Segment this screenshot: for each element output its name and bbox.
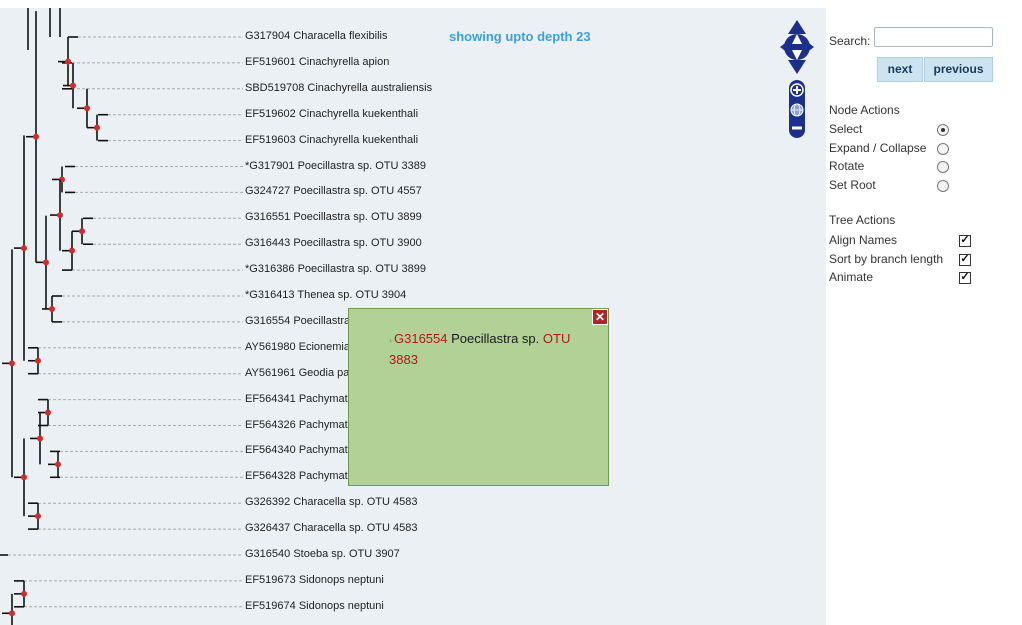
leaf-label[interactable]: *G316413 Thenea sp. OTU 3904 [245, 289, 406, 301]
close-icon[interactable]: ✕ [592, 309, 608, 325]
node-info-popup: ✕ › G316554 Poecillastra sp. OTU 3883 [348, 308, 609, 486]
control-panel: Search: next previous Node Actions Selec… [826, 0, 1022, 625]
previous-button[interactable]: previous [924, 57, 993, 82]
leaf-label[interactable]: G316443 Poecillastra sp. OTU 3900 [245, 237, 422, 249]
leaf-label[interactable]: G316551 Poecillastra sp. OTU 3899 [245, 211, 422, 223]
leaf-label[interactable]: G316540 Stoeba sp. OTU 3907 [245, 548, 400, 560]
popup-accession-link[interactable]: G316554 [394, 331, 448, 346]
tree-node[interactable] [84, 105, 90, 112]
tree-node[interactable] [21, 245, 27, 252]
leaf-label[interactable]: EF519674 Sidonops neptuni [245, 600, 384, 612]
leaf-label[interactable]: EF564340 Pachymati [245, 444, 350, 456]
leaf-label[interactable]: G326437 Characella sp. OTU 4583 [245, 522, 417, 534]
tree-node[interactable] [79, 228, 85, 235]
node-action-radio[interactable] [937, 179, 949, 192]
leaf-label[interactable]: *G316386 Poecillastra sp. OTU 3899 [245, 263, 426, 275]
tree-node[interactable] [9, 610, 15, 617]
leaf-label[interactable]: G324727 Poecillastra sp. OTU 4557 [245, 185, 422, 197]
leaf-label[interactable]: EF564328 Pachymati [245, 470, 350, 482]
tree-node[interactable] [69, 247, 75, 254]
leaf-label[interactable]: EF564341 Pachymati [245, 393, 350, 405]
leaf-label[interactable]: SBD519708 Cinachyrella australiensis [245, 82, 432, 94]
tree-action-checkbox[interactable]: ✓ [959, 235, 971, 247]
leaf-label[interactable]: G316554 Poecillastra [245, 315, 350, 327]
tree-node[interactable] [49, 305, 55, 312]
tree-node[interactable] [37, 435, 43, 442]
tree-node[interactable] [45, 409, 51, 416]
tree-action-checkbox[interactable]: ✓ [959, 253, 971, 266]
popup-content: › G316554 Poecillastra sp. OTU 3883 [389, 329, 589, 369]
tree-node[interactable] [57, 212, 63, 219]
leaf-label[interactable]: EF519603 Cinachyrella kuekenthali [245, 134, 418, 146]
tree-node[interactable] [35, 513, 41, 520]
zoom-in-icon[interactable] [790, 83, 804, 97]
navigation-controls[interactable] [780, 20, 820, 140]
next-button[interactable]: next [877, 57, 923, 82]
leaf-label[interactable]: EF519602 Cinachyrella kuekenthali [245, 108, 418, 120]
popup-species: Poecillastra sp. [451, 331, 540, 346]
tree-action-label: Sort by branch length [829, 251, 944, 266]
search-input[interactable] [874, 27, 993, 47]
tree-node[interactable] [94, 124, 100, 131]
search-label: Search: [829, 34, 871, 48]
leaf-label[interactable]: G317904 Characella flexibilis [245, 30, 387, 42]
leaf-label[interactable]: EF519601 Cinachyrella apion [245, 56, 389, 68]
node-action-label: Set Root [829, 177, 876, 192]
tree-action-checkbox[interactable]: ✓ [959, 272, 971, 284]
tree-node[interactable] [70, 82, 76, 89]
tree-node[interactable] [65, 58, 71, 65]
tree-node[interactable] [55, 461, 61, 468]
leaf-label[interactable]: AY561980 Ecionemia [245, 341, 350, 353]
tree-node[interactable] [21, 590, 27, 597]
node-action-label: Rotate [829, 159, 865, 173]
node-action-radio[interactable] [937, 124, 949, 136]
node-action-radio[interactable] [937, 161, 949, 173]
tree-node[interactable] [35, 357, 41, 364]
tree-action-label: Animate [829, 270, 874, 284]
tree-actions-title: Tree Actions [829, 213, 896, 227]
tree-action-label: Align Names [829, 233, 898, 247]
node-action-label: Expand / Collapse [829, 140, 927, 155]
depth-label: showing upto depth 23 [449, 29, 591, 44]
leaf-label[interactable]: EF519673 Sidonops neptuni [245, 574, 384, 586]
leaf-label[interactable]: G326392 Characella sp. OTU 4583 [245, 496, 417, 508]
leaf-label[interactable]: AY561961 Geodia pap [245, 367, 356, 379]
node-action-label: Select [829, 122, 863, 136]
leaf-label[interactable]: EF564326 Pachymati [245, 419, 350, 431]
tree-node[interactable] [43, 259, 49, 266]
tree-node[interactable] [9, 360, 15, 367]
globe-icon[interactable] [790, 103, 804, 117]
node-actions-title: Node Actions [829, 103, 900, 117]
leaf-label[interactable]: *G317901 Poecillastra sp. OTU 3389 [245, 160, 426, 172]
chevron-right-icon: › [389, 335, 392, 345]
tree-node[interactable] [33, 133, 39, 140]
tree-node[interactable] [21, 474, 27, 481]
pan-arrows-icon[interactable] [780, 20, 814, 74]
node-action-radio[interactable] [937, 142, 949, 155]
